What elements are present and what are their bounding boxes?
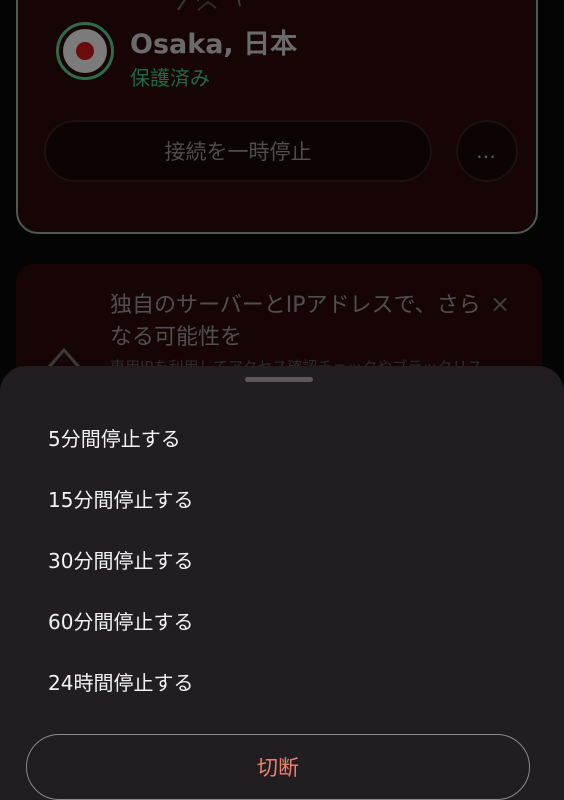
- pause-option-24h[interactable]: 24時間停止する: [26, 654, 536, 708]
- close-icon[interactable]: ×: [490, 290, 510, 318]
- location-name: Osaka, 日本: [130, 29, 298, 60]
- pause-connection-button[interactable]: 接続を一時停止: [44, 120, 432, 182]
- disconnect-button[interactable]: 切断: [26, 734, 530, 800]
- pause-option-30min[interactable]: 30分間停止する: [26, 532, 536, 586]
- drag-handle[interactable]: [245, 377, 313, 382]
- pause-options-sheet: 5分間停止する 15分間停止する 30分間停止する 60分間停止する 24時間停…: [0, 366, 564, 800]
- pause-option-60min[interactable]: 60分間停止する: [26, 593, 536, 647]
- protection-status: 保護済み: [130, 66, 210, 90]
- pause-option-15min[interactable]: 15分間停止する: [26, 471, 536, 525]
- connection-card: Osaka, 日本 保護済み 接続を一時停止 …: [16, 0, 538, 234]
- japan-flag-icon: [56, 22, 114, 80]
- map-sketch-icon: [177, 0, 241, 11]
- pause-option-5min[interactable]: 5分間停止する: [26, 410, 536, 464]
- more-horizontal-icon[interactable]: …: [456, 120, 518, 182]
- app-screen: Osaka, 日本 保護済み 接続を一時停止 … 独自のサーバーとIPアドレスで…: [0, 0, 564, 800]
- promo-title: 独自のサーバーとIPアドレスで、さらなる可能性を: [110, 293, 481, 350]
